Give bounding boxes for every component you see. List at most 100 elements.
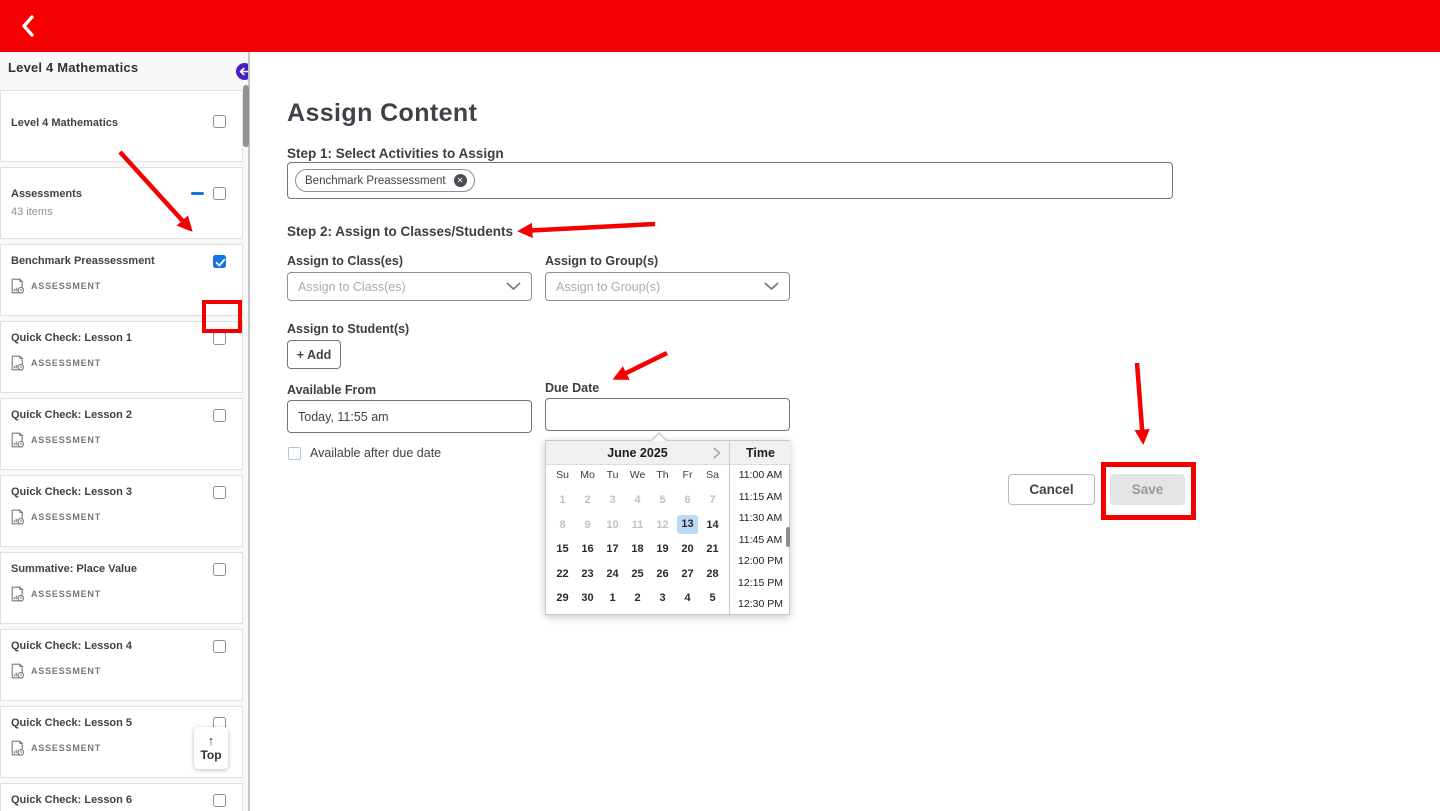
calendar-day[interactable]: 19 [650,537,675,562]
sidebar-item-summative-place-value[interactable]: ASSESSMENT Summative: Place Value [0,552,243,624]
calendar-day[interactable]: 5 [700,586,725,611]
time-scrollbar[interactable] [786,527,790,547]
calendar-day[interactable]: 14 [700,513,725,538]
time-option[interactable]: 11:00 AM [730,465,791,487]
weekday-label: We [625,467,650,484]
item-checkbox[interactable] [213,332,226,345]
page-title: Assign Content [287,99,477,128]
item-checkbox[interactable] [213,640,226,653]
weekday-label: Fr [675,467,700,484]
arrow-up-icon: ↑ [208,734,215,748]
available-after-due-label: Available after due date [310,446,441,460]
sidebar-item-quick-check-lesson-3[interactable]: ASSESSMENTQuick Check: Lesson 3 [0,475,243,547]
item-checkbox[interactable] [213,187,226,200]
cancel-button[interactable]: Cancel [1008,474,1095,505]
item-checkbox[interactable] [213,794,226,807]
calendar-day[interactable]: 3 [650,586,675,611]
calendar-day[interactable]: 22 [550,562,575,587]
calendar-day[interactable]: 24 [600,562,625,587]
available-after-due-checkbox[interactable] [288,447,301,460]
calendar-day[interactable]: 30 [575,586,600,611]
calendar-day[interactable]: 28 [700,562,725,587]
calendar-day[interactable]: 1 [600,586,625,611]
calendar-day[interactable]: 9 [575,513,600,538]
selected-activities-input[interactable]: Benchmark Preassessment ✕ [287,162,1173,199]
calendar-day[interactable]: 2 [575,488,600,513]
scroll-to-top-button[interactable]: ↑ Top [194,727,228,769]
sidebar-item-quick-check-lesson-2[interactable]: ASSESSMENTQuick Check: Lesson 2 [0,398,243,470]
calendar-day[interactable]: 10 [600,513,625,538]
item-type-label: ASSESSMENT [31,666,101,676]
calendar-day[interactable]: 11 [625,513,650,538]
assign-group-select[interactable]: Assign to Group(s) [545,272,790,301]
item-type-row: ASSESSMENT [10,586,101,602]
sidebar-item-benchmark-preassessment[interactable]: ASSESSMENTBenchmark Preassessment [0,244,243,316]
calendar-day[interactable]: 12 [650,513,675,538]
calendar-day[interactable]: 20 [675,537,700,562]
sidebar-item-quick-check-lesson-4[interactable]: ASSESSMENTQuick Check: Lesson 4 [0,629,243,701]
calendar-day[interactable]: 4 [675,586,700,611]
sidebar-item-quick-check-lesson-1[interactable]: ASSESSMENTQuick Check: Lesson 1 [0,321,243,393]
sidebar-course-title: Level 4 Mathematics [8,60,138,75]
back-chevron-icon [20,26,36,43]
sidebar-item-assessments[interactable]: 43 itemsAssessments [0,167,243,239]
weekday-label: Th [650,467,675,484]
sidebar-item-list: Level 4 Mathematics43 itemsAssessmentsAS… [0,90,243,811]
assign-class-placeholder: Assign to Class(es) [288,280,506,294]
remove-activity-icon[interactable]: ✕ [454,174,467,187]
due-date-label: Due Date [545,381,599,395]
add-student-button[interactable]: + Add [287,340,341,369]
calendar-day[interactable]: 23 [575,562,600,587]
calendar-day[interactable]: 7 [700,488,725,513]
item-type-label: ASSESSMENT [31,589,101,599]
calendar-day[interactable]: 2 [625,586,650,611]
time-option[interactable]: 12:30 PM [730,594,791,616]
step2-label: Step 2: Assign to Classes/Students [287,224,513,239]
annotation-arrow-save [1137,363,1143,441]
time-option[interactable]: 12:00 PM [730,551,791,573]
calendar-day[interactable]: 8 [550,513,575,538]
calendar-day[interactable]: 16 [575,537,600,562]
item-checkbox[interactable] [213,409,226,422]
assessment-document-icon [10,586,25,602]
save-button[interactable]: Save [1110,474,1185,505]
calendar-day[interactable]: 26 [650,562,675,587]
time-option[interactable]: 12:15 PM [730,573,791,595]
calendar-day[interactable]: 15 [550,537,575,562]
collapse-dash-icon[interactable] [191,192,204,195]
calendar-day[interactable]: 21 [700,537,725,562]
check-icon [214,256,227,269]
calendar-day[interactable]: 3 [600,488,625,513]
time-option[interactable]: 11:30 AM [730,508,791,530]
item-checkbox[interactable] [213,486,226,499]
item-checkbox[interactable] [213,563,226,576]
assign-group-label: Assign to Group(s) [545,254,658,268]
calendar-week-row: 293012345 [550,586,725,611]
calendar-day[interactable]: 5 [650,488,675,513]
sidebar-item-title: Summative: Place Value [11,563,189,576]
calendar-day[interactable]: 29 [550,586,575,611]
calendar-day[interactable]: 17 [600,537,625,562]
sidebar-item-quick-check-lesson-6[interactable]: ASSESSMENTQuick Check: Lesson 6 [0,783,243,811]
back-button[interactable] [20,13,44,39]
assessment-document-icon [10,432,25,448]
assign-class-select[interactable]: Assign to Class(es) [287,272,532,301]
calendar-day[interactable]: 6 [675,488,700,513]
item-checkbox[interactable] [213,255,226,268]
calendar-day[interactable]: 18 [625,537,650,562]
item-checkbox[interactable] [213,115,226,128]
next-month-icon[interactable] [713,447,721,459]
calendar-day[interactable]: 25 [625,562,650,587]
calendar-day[interactable]: 27 [675,562,700,587]
time-option[interactable]: 11:45 AM [730,530,791,552]
due-date-input[interactable] [545,398,790,431]
assessment-document-icon [10,355,25,371]
item-type-row: ASSESSMENT [10,663,101,679]
calendar-day[interactable]: 13 [675,513,700,538]
available-from-input[interactable]: Today, 11:55 am [287,400,532,433]
calendar-day[interactable]: 1 [550,488,575,513]
time-option[interactable]: 11:15 AM [730,487,791,509]
sidebar-scrollbar[interactable] [243,85,249,147]
sidebar-item-level-4-mathematics[interactable]: Level 4 Mathematics [0,90,243,162]
calendar-day[interactable]: 4 [625,488,650,513]
